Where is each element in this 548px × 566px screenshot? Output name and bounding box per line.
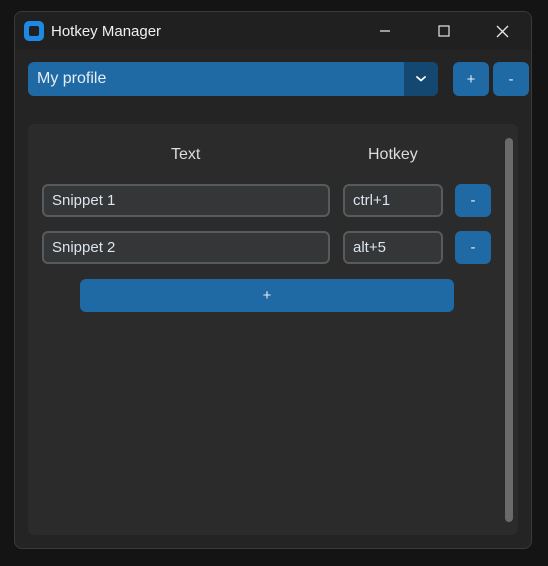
snippet-hotkey-input[interactable]: ctrl+1 <box>343 184 443 217</box>
app-window: Hotkey Manager My profile + - Text Hotke… <box>14 11 532 549</box>
remove-snippet-button[interactable]: - <box>455 231 491 264</box>
minimize-icon <box>380 30 390 32</box>
snippet-hotkey-input[interactable]: alt+5 <box>343 231 443 264</box>
maximize-icon <box>438 25 450 37</box>
close-icon <box>496 25 508 37</box>
profile-dropdown-value: My profile <box>37 70 107 87</box>
add-snippet-button[interactable]: + <box>80 279 454 312</box>
minimize-button[interactable] <box>362 12 408 50</box>
add-profile-button[interactable]: + <box>453 62 489 96</box>
scrollbar[interactable] <box>505 138 513 522</box>
snippet-text-input[interactable]: Snippet 2 <box>42 231 330 264</box>
remove-snippet-button[interactable]: - <box>455 184 491 217</box>
title-bar[interactable]: Hotkey Manager <box>15 12 531 50</box>
maximize-button[interactable] <box>421 12 467 50</box>
remove-profile-button[interactable]: - <box>493 62 529 96</box>
close-button[interactable] <box>479 12 525 50</box>
snippet-text-input[interactable]: Snippet 1 <box>42 184 330 217</box>
window-title: Hotkey Manager <box>51 23 162 40</box>
hotkey-column-header: Hotkey <box>368 146 418 163</box>
profile-dropdown[interactable]: My profile <box>28 62 438 96</box>
chevron-down-icon <box>416 76 426 82</box>
snippets-panel: Text Hotkey Snippet 1 ctrl+1 - Snippet 2… <box>28 124 518 535</box>
profile-dropdown-toggle[interactable] <box>404 62 438 96</box>
text-column-header: Text <box>171 146 201 163</box>
app-icon <box>24 21 44 41</box>
